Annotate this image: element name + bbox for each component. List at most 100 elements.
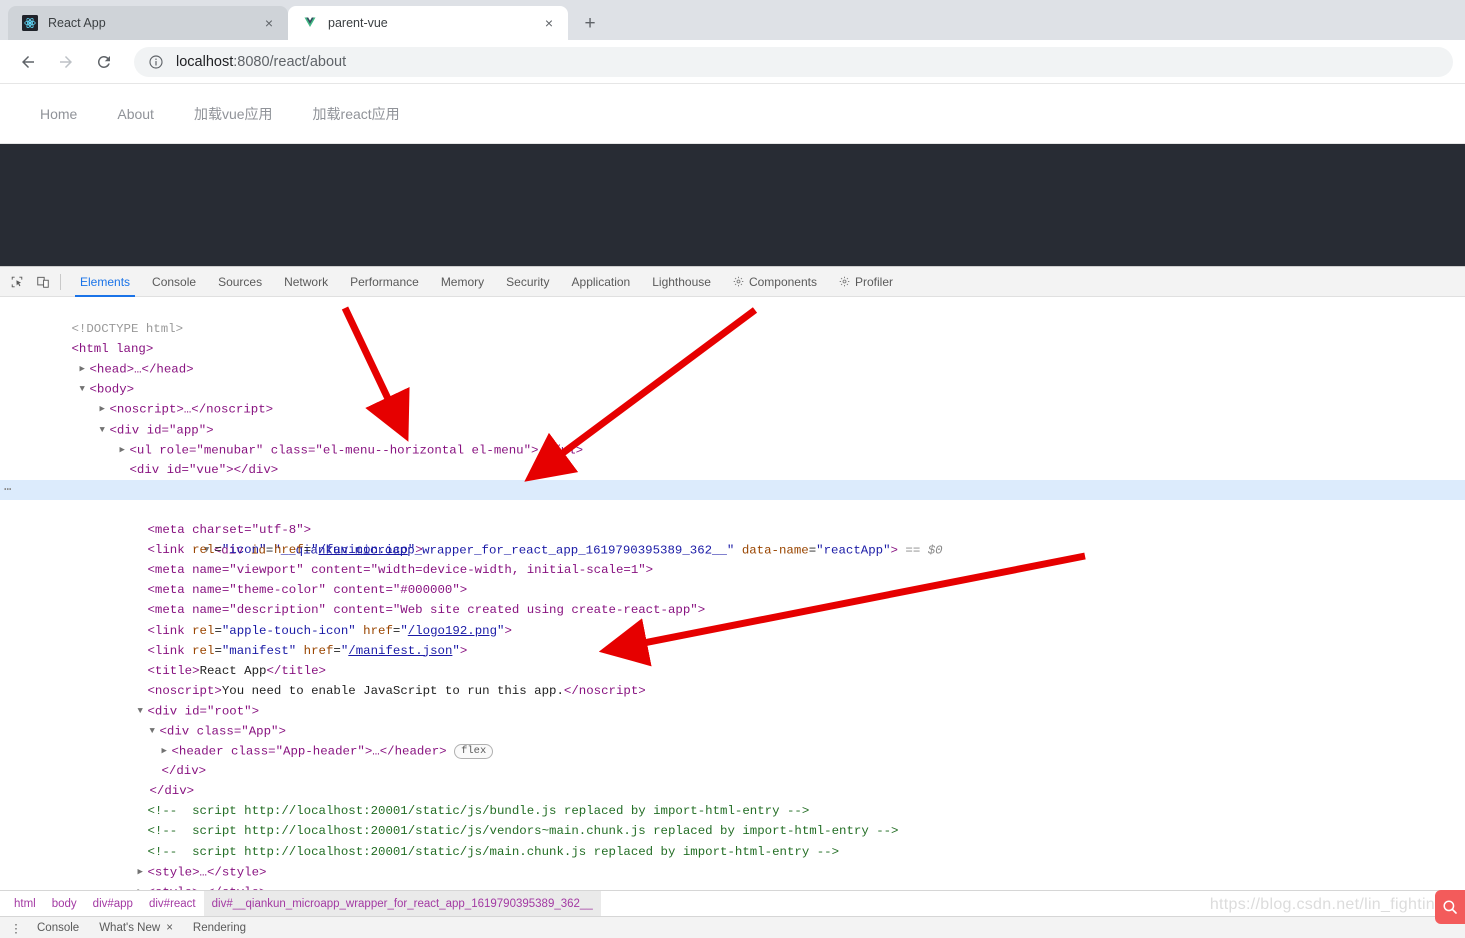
- url-path: :8080/react/about: [233, 53, 347, 70]
- dom-tree[interactable]: <!DOCTYPE html> <html lang> <head>…</hea…: [0, 297, 1465, 890]
- dom-node-html[interactable]: <html lang>: [0, 319, 1465, 356]
- address-bar-url: localhost:8080/react/about: [176, 54, 346, 70]
- tab-label: Profiler: [855, 274, 894, 289]
- dom-node-meta-charset[interactable]: <meta charset="utf-8">: [0, 500, 1465, 537]
- breadcrumb-item-body[interactable]: body: [44, 891, 85, 917]
- dom-node-doctype: <!DOCTYPE html>: [0, 299, 1465, 336]
- tab-label: Application: [571, 274, 631, 289]
- dom-node-close-div-root[interactable]: </div>: [0, 761, 1465, 798]
- url-host: localhost: [176, 53, 234, 70]
- breadcrumb-item-html[interactable]: html: [6, 891, 44, 917]
- dom-node-comment-bundle[interactable]: <!-- script http://localhost:20001/stati…: [0, 781, 1465, 818]
- dom-node-link-icon[interactable]: <link rel="icon" href="/favicon.ico">: [0, 520, 1465, 557]
- dom-node-style-1[interactable]: <style>…</style>: [0, 842, 1465, 879]
- browser-tab-title: parent-vue: [328, 16, 388, 30]
- device-toolbar-icon[interactable]: [30, 269, 56, 295]
- menu-item-load-vue[interactable]: 加载vue应用: [174, 84, 293, 143]
- dom-node-noscript[interactable]: <noscript>…</noscript>: [0, 379, 1465, 417]
- back-button[interactable]: [12, 46, 44, 78]
- tab-strip: React App × parent-vue × +: [0, 0, 1465, 40]
- arrow-right-icon: [60, 55, 72, 68]
- info-circle-icon[interactable]: [148, 54, 164, 70]
- drawer-tab-rendering[interactable]: Rendering: [184, 917, 255, 938]
- tab-label: Security: [506, 274, 550, 289]
- gear-icon: [839, 276, 850, 287]
- dom-node-ul-menubar[interactable]: <ul role="menubar" class="el-menu--horiz…: [0, 420, 1465, 457]
- tab-close-icon[interactable]: ×: [540, 14, 558, 32]
- breadcrumb-item-div-app[interactable]: div#app: [85, 891, 141, 917]
- dom-node-title[interactable]: <title>React App</title>: [0, 641, 1465, 678]
- tab-label: Network: [284, 274, 329, 289]
- devtools-tab-performance[interactable]: Performance: [339, 267, 430, 297]
- devtools-tab-components[interactable]: Components: [722, 267, 828, 297]
- dom-node-div-vue[interactable]: <div id="vue"></div>: [0, 440, 1465, 477]
- dom-node-header-app-header[interactable]: <header class="App-header">…</header> fl…: [0, 721, 1465, 759]
- dom-node-meta-description[interactable]: <meta name="description" content="Web si…: [0, 580, 1465, 617]
- reload-button[interactable]: [88, 46, 120, 78]
- dom-node-comment-vendors[interactable]: <!-- script http://localhost:20001/stati…: [0, 801, 1465, 838]
- dom-node-div-app[interactable]: <div id="app">: [0, 399, 1465, 437]
- dom-node-head[interactable]: <head>…</head>: [0, 339, 1465, 377]
- dom-node-div-root[interactable]: <div id="root">: [0, 681, 1465, 718]
- drawer-more-options-icon[interactable]: ⋮: [6, 918, 26, 938]
- dom-node-comment-main[interactable]: <!-- script http://localhost:20001/stati…: [0, 821, 1465, 859]
- dom-node-link-apple-touch-icon[interactable]: <link rel="apple-touch-icon" href="/logo…: [0, 600, 1465, 638]
- dom-node-meta-theme-color[interactable]: <meta name="theme-color" content="#00000…: [0, 560, 1465, 597]
- dom-node-close-div-app[interactable]: </div>: [0, 741, 1465, 778]
- arrow-left-icon: [22, 55, 34, 68]
- dom-node-selected-qiankun-wrapper[interactable]: ⋯ <div id="__qiankun_microapp_wrapper_fo…: [0, 479, 1465, 557]
- dom-node-close-div-wrapper[interactable]: </div>: [0, 882, 1465, 890]
- browser-tab-title: React App: [48, 16, 106, 30]
- tab-label: Performance: [350, 274, 419, 289]
- menu-item-home[interactable]: Home: [20, 84, 97, 143]
- devtools-tabbar: Elements Console Sources Network Perform…: [0, 267, 1465, 297]
- tab-label: Elements: [80, 274, 131, 289]
- dom-node-link-manifest[interactable]: <link rel="manifest" href="/manifest.jso…: [0, 621, 1465, 658]
- devtools-tab-elements[interactable]: Elements: [69, 267, 141, 297]
- inspect-element-icon[interactable]: [4, 269, 30, 295]
- dom-node-body[interactable]: <body>: [0, 359, 1465, 397]
- page-viewport: Home About 加载vue应用 加载react应用 logo 首页: [0, 84, 1465, 288]
- toolbar-divider: [60, 273, 61, 290]
- browser-tab-react-app[interactable]: React App ×: [8, 6, 288, 40]
- drawer-tab-label: What's New: [99, 921, 161, 934]
- node-badge-ellipsis[interactable]: ⋯: [4, 480, 12, 500]
- reload-icon: [97, 55, 110, 68]
- tab-close-icon[interactable]: ×: [260, 14, 278, 32]
- tab-label: Memory: [440, 274, 485, 289]
- dom-node-div-react[interactable]: <div id="react">: [0, 460, 1465, 497]
- breadcrumb-item-div-react[interactable]: div#react: [141, 891, 204, 917]
- browser-toolbar: localhost:8080/react/about: [0, 40, 1465, 84]
- tab-label: Sources: [218, 274, 263, 289]
- devtools-tab-network[interactable]: Network: [273, 267, 339, 297]
- devtools-tab-memory[interactable]: Memory: [430, 267, 495, 297]
- devtools-tab-lighthouse[interactable]: Lighthouse: [641, 267, 722, 297]
- breadcrumb-item-qiankun-wrapper[interactable]: div#__qiankun_microapp_wrapper_for_react…: [203, 890, 601, 917]
- devtools-tab-console[interactable]: Console: [141, 267, 207, 297]
- devtools-tab-profiler[interactable]: Profiler: [828, 267, 904, 297]
- dom-node-div-app-class[interactable]: <div class="App">: [0, 701, 1465, 738]
- drawer-tab-label: Console: [37, 921, 80, 934]
- browser-window: React App × parent-vue × + localhost:808…: [0, 0, 1465, 938]
- devtools-tab-security[interactable]: Security: [495, 267, 560, 297]
- menu-item-about[interactable]: About: [97, 84, 174, 143]
- new-tab-button[interactable]: +: [576, 9, 604, 37]
- dom-node-style-2[interactable]: <style>…</style>: [0, 862, 1465, 890]
- cursor-arrow-icon: [11, 276, 23, 287]
- devtools-tab-sources[interactable]: Sources: [207, 267, 273, 297]
- dom-node-meta-viewport[interactable]: <meta name="viewport" content="width=dev…: [0, 540, 1465, 577]
- react-icon: [22, 15, 38, 31]
- devtools-tab-application[interactable]: Application: [561, 267, 642, 297]
- device-toggle-icon: [37, 276, 49, 288]
- menu-item-load-react[interactable]: 加载react应用: [293, 84, 420, 143]
- floating-search-button[interactable]: [1435, 890, 1465, 924]
- drawer-tab-close-icon[interactable]: ×: [166, 922, 173, 934]
- browser-tab-parent-vue[interactable]: parent-vue ×: [288, 6, 568, 40]
- drawer-tab-whats-new[interactable]: What's New ×: [90, 917, 182, 938]
- address-bar[interactable]: localhost:8080/react/about: [134, 46, 1453, 77]
- devtools-panel: Elements Console Sources Network Perform…: [0, 266, 1465, 938]
- forward-button[interactable]: [50, 46, 82, 78]
- dom-node-noscript-text[interactable]: <noscript>You need to enable JavaScript …: [0, 661, 1465, 698]
- drawer-tab-console[interactable]: Console: [28, 917, 88, 938]
- drawer-tab-label: Rendering: [192, 921, 246, 934]
